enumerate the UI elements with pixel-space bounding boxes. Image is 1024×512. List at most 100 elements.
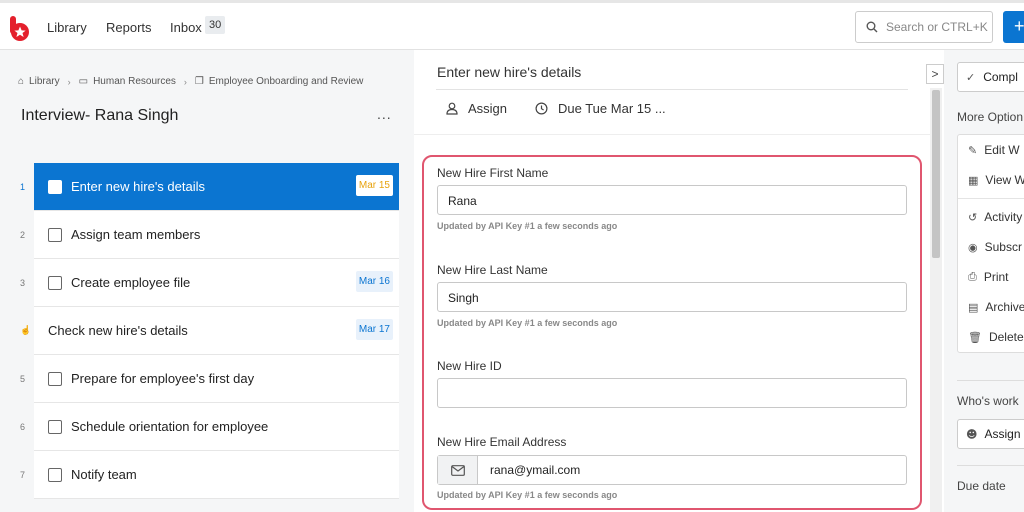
task-item[interactable]: 3 Create employee file Mar 16 bbox=[20, 259, 399, 307]
whos-working-heading: Who's work bbox=[957, 394, 1019, 408]
last-name-field[interactable]: Singh bbox=[437, 282, 907, 312]
menu-item-archive[interactable]: ▤ Archive bbox=[958, 292, 1024, 322]
menu-item-label: Print bbox=[983, 270, 1009, 284]
more-options-icon[interactable]: ... bbox=[377, 106, 392, 122]
task-checkbox[interactable] bbox=[48, 179, 62, 194]
top-bar: Library Reports Inbox 30 Search or CTRL+… bbox=[0, 0, 1024, 50]
menu-item-view-workflow[interactable]: ▦ View W bbox=[958, 165, 1024, 195]
menu-item-label: Delete bbox=[988, 330, 1024, 344]
menu-item-label: Subscr bbox=[984, 240, 1022, 254]
task-item[interactable]: 7 Notify team bbox=[20, 451, 399, 499]
scrollbar-thumb[interactable] bbox=[932, 90, 940, 258]
task-number: 7 bbox=[20, 469, 26, 480]
complete-label: Compl bbox=[983, 70, 1018, 84]
nav-inbox[interactable]: Inbox bbox=[170, 20, 202, 35]
new-button[interactable]: + bbox=[1003, 11, 1024, 43]
task-checkbox[interactable] bbox=[48, 371, 62, 386]
task-checkbox[interactable] bbox=[48, 467, 62, 482]
trash-icon: 🗑 bbox=[968, 330, 982, 344]
nav-reports[interactable]: Reports bbox=[106, 20, 152, 35]
assign-users-button[interactable]: ☻ Assign bbox=[957, 419, 1024, 449]
more-options-menu: ✎ Edit W ▦ View W ↺ Activity ◉ Subscr ⎙ Print… bbox=[957, 134, 1024, 353]
task-label: Prepare for employee's first day bbox=[71, 371, 255, 386]
chevron-right-icon: › bbox=[183, 76, 187, 87]
home-icon: ⌂ bbox=[18, 76, 25, 87]
first-name-updated-note: Updated by API Key #1 a few seconds ago bbox=[437, 221, 618, 231]
folder-icon: ▭ bbox=[78, 76, 89, 87]
search-icon bbox=[866, 21, 878, 33]
due-date-button[interactable]: Due Tue Mar 15 ... bbox=[535, 101, 666, 116]
task-label: Schedule orientation for employee bbox=[71, 419, 269, 434]
menu-item-label: View W bbox=[985, 173, 1024, 187]
pencil-icon: ✎ bbox=[968, 143, 978, 157]
menu-item-subscribe[interactable]: ◉ Subscr bbox=[958, 232, 1024, 262]
divider bbox=[957, 465, 1024, 466]
task-label: Enter new hire's details bbox=[71, 179, 205, 194]
breadcrumb: ⌂ Library › ▭ Human Resources › ❐ Employ… bbox=[18, 76, 363, 87]
last-name-updated-note: Updated by API Key #1 a few seconds ago bbox=[437, 318, 618, 328]
email-label: New Hire Email Address bbox=[437, 435, 567, 449]
more-options-heading: More Option bbox=[957, 110, 1024, 124]
task-label: Notify team bbox=[71, 467, 137, 482]
menu-item-activity[interactable]: ↺ Activity bbox=[958, 202, 1024, 232]
assign-button[interactable]: Assign bbox=[446, 101, 507, 116]
menu-item-edit-workflow[interactable]: ✎ Edit W bbox=[958, 135, 1024, 165]
menu-item-label: Edit W bbox=[984, 143, 1020, 157]
task-item[interactable]: 2 Assign team members bbox=[20, 211, 399, 259]
app-logo-icon[interactable] bbox=[9, 16, 31, 42]
hire-id-label: New Hire ID bbox=[437, 359, 502, 373]
table-icon: ▦ bbox=[968, 173, 979, 187]
assign-label: Assign bbox=[468, 101, 508, 116]
task-detail-panel: Enter new hire's details Assign Due Tue … bbox=[414, 50, 944, 512]
menu-item-label: Activity bbox=[984, 210, 1023, 224]
first-name-label: New Hire First Name bbox=[437, 166, 549, 180]
page-title: Interview- Rana Singh bbox=[21, 107, 179, 124]
search-input[interactable]: Search or CTRL+K bbox=[855, 11, 993, 43]
last-name-label: New Hire Last Name bbox=[437, 263, 548, 277]
workflow-sidebar: ⌂ Library › ▭ Human Resources › ❐ Employ… bbox=[0, 50, 414, 512]
task-item[interactable]: ☝ Check new hire's details Mar 17 bbox=[20, 307, 399, 355]
assign-users-label: Assign bbox=[984, 427, 1021, 441]
task-checkbox[interactable] bbox=[48, 275, 62, 290]
archive-icon: ▤ bbox=[968, 300, 979, 314]
history-icon: ↺ bbox=[968, 210, 978, 224]
task-label: Check new hire's details bbox=[48, 323, 188, 338]
task-item[interactable]: 5 Prepare for employee's first day bbox=[20, 355, 399, 403]
email-updated-note: Updated by API Key #1 a few seconds ago bbox=[437, 490, 618, 500]
workflow-icon: ❐ bbox=[194, 76, 204, 87]
breadcrumb-human-resources[interactable]: Human Resources bbox=[93, 76, 176, 87]
email-value: rana@ymail.com bbox=[490, 463, 581, 477]
clock-icon bbox=[535, 102, 548, 115]
first-name-field[interactable]: Rana bbox=[437, 185, 907, 215]
search-placeholder: Search or CTRL+K bbox=[886, 20, 988, 34]
menu-item-print[interactable]: ⎙ Print bbox=[958, 262, 1024, 292]
user-icon bbox=[446, 102, 458, 115]
task-number: 5 bbox=[20, 373, 26, 384]
breadcrumb-workflow[interactable]: Employee Onboarding and Review bbox=[209, 76, 364, 87]
check-icon: ✓ bbox=[966, 70, 976, 84]
task-number: 3 bbox=[20, 277, 26, 288]
divider bbox=[436, 89, 908, 90]
task-item[interactable]: 1 Enter new hire's details Mar 15 bbox=[20, 163, 399, 211]
task-checkbox[interactable] bbox=[48, 227, 62, 242]
email-field[interactable]: rana@ymail.com bbox=[437, 455, 907, 485]
breadcrumb-library[interactable]: Library bbox=[29, 76, 60, 87]
due-date-heading: Due date bbox=[957, 479, 1006, 493]
scrollbar[interactable] bbox=[930, 88, 942, 512]
menu-item-label: Archive bbox=[985, 300, 1024, 314]
divider bbox=[957, 380, 1024, 381]
collapse-panel-button[interactable]: > bbox=[926, 64, 944, 84]
task-number: 6 bbox=[20, 421, 26, 432]
task-number: 1 bbox=[20, 181, 26, 192]
complete-button[interactable]: ✓ Compl bbox=[957, 62, 1024, 92]
nav-library[interactable]: Library bbox=[47, 20, 87, 35]
menu-item-delete[interactable]: 🗑 Delete bbox=[958, 322, 1024, 352]
eye-icon: ◉ bbox=[968, 240, 978, 254]
inbox-count-badge: 30 bbox=[205, 16, 226, 34]
task-title: Enter new hire's details bbox=[437, 64, 582, 80]
hire-id-field[interactable] bbox=[437, 378, 907, 408]
task-checkbox[interactable] bbox=[48, 419, 62, 434]
task-item[interactable]: 6 Schedule orientation for employee bbox=[20, 403, 399, 451]
task-label: Create employee file bbox=[71, 275, 191, 290]
divider bbox=[958, 198, 1024, 199]
